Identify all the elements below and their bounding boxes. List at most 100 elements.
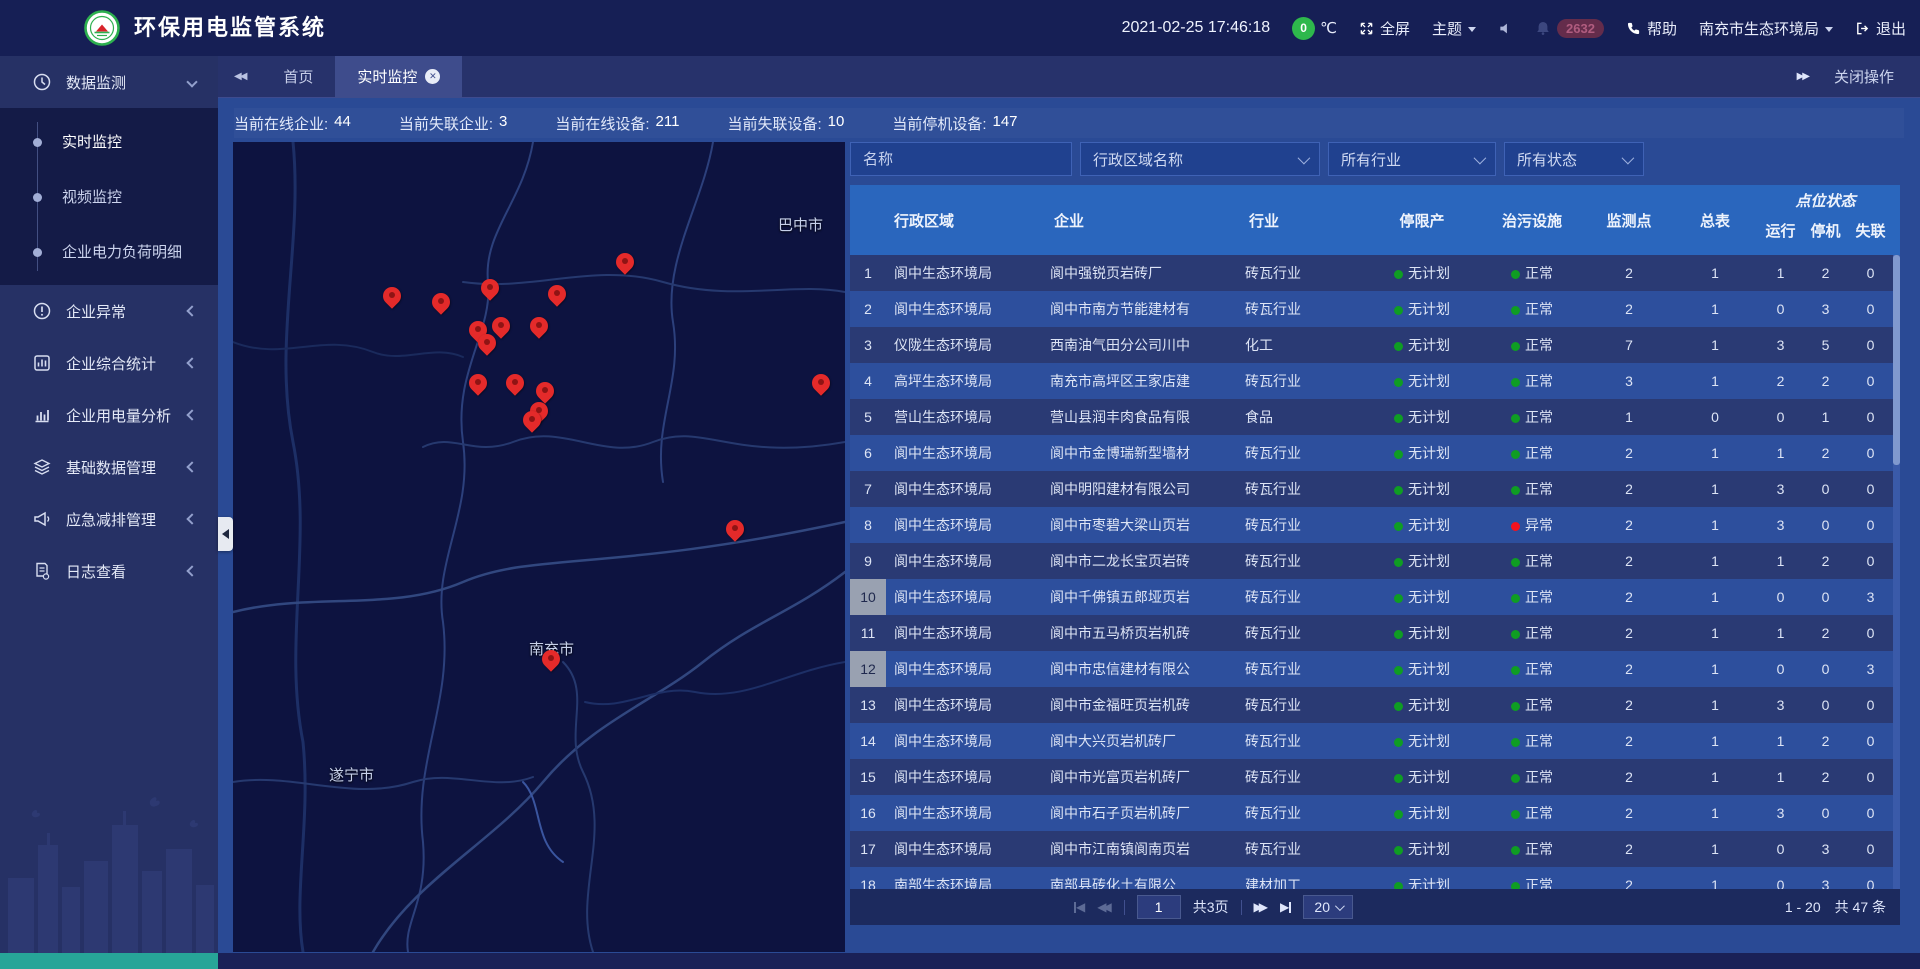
cell-meter: 1 xyxy=(1672,327,1758,363)
org-dropdown[interactable]: 南充市生态环境局 xyxy=(1699,18,1833,39)
chevron-down-icon xyxy=(1622,151,1635,164)
sidebar-subitem-企业电力负荷明细[interactable]: 企业电力负荷明细 xyxy=(0,224,218,279)
sidebar-item-power-analysis[interactable]: 企业用电量分析 xyxy=(0,389,218,441)
last-page-button[interactable]: ▶ xyxy=(1280,900,1291,914)
next-page-button[interactable]: ▶▶ xyxy=(1254,900,1268,914)
tabs-scroll-left-button[interactable]: ◀◀ xyxy=(218,71,261,82)
page-size-select[interactable]: 20 xyxy=(1303,895,1353,919)
map-pin-icon[interactable] xyxy=(469,374,487,392)
map-pin-icon[interactable] xyxy=(481,279,499,297)
region-filter-select[interactable]: 行政区域名称 xyxy=(1080,142,1320,176)
cell-run: 3 xyxy=(1758,687,1803,723)
map-pin-icon[interactable] xyxy=(492,317,510,335)
sidebar-item-logs[interactable]: 日志查看 xyxy=(0,545,218,597)
cell-points: 2 xyxy=(1586,831,1672,867)
industry-filter-select[interactable]: 所有行业 xyxy=(1328,142,1496,176)
table-row[interactable]: 6阆中生态环境局阆中市金博瑞新型墙材砖瓦行业无计划正常21120 xyxy=(850,435,1900,471)
table-row[interactable]: 1阆中生态环境局阆中强锐页岩砖厂砖瓦行业无计划正常21120 xyxy=(850,255,1900,291)
first-page-button[interactable]: ◀ xyxy=(1074,900,1085,914)
temperature: 0 ℃ xyxy=(1292,17,1337,40)
sidebar-item-base-data[interactable]: 基础数据管理 xyxy=(0,441,218,493)
sidebar-subitem-视频监控[interactable]: 视频监控 xyxy=(0,169,218,224)
sidebar-item-enterprise-abnormal[interactable]: 企业异常 xyxy=(0,285,218,337)
close-operations-button[interactable]: 关闭操作 xyxy=(1824,66,1920,87)
tab-close-icon[interactable]: ✕ xyxy=(425,69,440,84)
status-dot-green-icon xyxy=(1511,882,1520,889)
cell-points: 2 xyxy=(1586,543,1672,579)
map-pin-icon[interactable] xyxy=(530,317,548,335)
table-row[interactable]: 3仪陇生态环境局西南油气田分公司川中化工无计划正常71350 xyxy=(850,327,1900,363)
table-row[interactable]: 7阆中生态环境局阆中明阳建材有限公司砖瓦行业无计划正常21300 xyxy=(850,471,1900,507)
temperature-unit: ℃ xyxy=(1320,19,1337,37)
table-row[interactable]: 14阆中生态环境局阆中大兴页岩机砖厂砖瓦行业无计划正常21120 xyxy=(850,723,1900,759)
cell-limit-status: 无计划 xyxy=(1366,795,1478,831)
fullscreen-button[interactable]: 全屏 xyxy=(1359,18,1410,39)
stat-value: 147 xyxy=(993,113,1018,134)
table-row[interactable]: 17阆中生态环境局阆中市江南镇阆南页岩砖瓦行业无计划正常21030 xyxy=(850,831,1900,867)
table-row[interactable]: 11阆中生态环境局阆中市五马桥页岩机砖砖瓦行业无计划正常21120 xyxy=(850,615,1900,651)
map-pin-icon[interactable] xyxy=(506,374,524,392)
stats-bar: 当前在线企业:44当前失联企业:3当前在线设备:211当前失联设备:10当前停机… xyxy=(234,108,1904,138)
cell-industry: 砖瓦行业 xyxy=(1241,543,1366,579)
table-scrollbar[interactable] xyxy=(1893,255,1900,889)
sidebar-collapse-handle[interactable] xyxy=(218,517,233,551)
map-pin-icon[interactable] xyxy=(616,253,634,271)
cell-row-number: 16 xyxy=(850,795,886,831)
table-row[interactable]: 9阆中生态环境局阆中市二龙长宝页岩砖砖瓦行业无计划正常21120 xyxy=(850,543,1900,579)
map-panel[interactable]: 巴中市南充市遂宁市 xyxy=(233,142,845,952)
map-pin-icon[interactable] xyxy=(548,285,566,303)
map-pin-icon[interactable] xyxy=(523,411,541,429)
logout-button[interactable]: 退出 xyxy=(1855,18,1906,39)
tab-home[interactable]: 首页 xyxy=(261,56,335,98)
cell-limit-status: 无计划 xyxy=(1366,867,1478,889)
cell-stop: 2 xyxy=(1803,723,1848,759)
tab-realtime-monitor[interactable]: 实时监控 ✕ xyxy=(335,56,462,98)
map-pin-icon[interactable] xyxy=(812,374,830,392)
table-row[interactable]: 13阆中生态环境局阆中市金福旺页岩机砖砖瓦行业无计划正常21300 xyxy=(850,687,1900,723)
table-row[interactable]: 5营山生态环境局营山县润丰肉食品有限食品无计划正常10010 xyxy=(850,399,1900,435)
name-filter-input[interactable] xyxy=(850,142,1072,176)
status-dot-green-icon xyxy=(1394,306,1403,315)
help-button[interactable]: 帮助 xyxy=(1626,18,1677,39)
table-row[interactable]: 10阆中生态环境局阆中千佛镇五郎垭页岩砖瓦行业无计划正常21003 xyxy=(850,579,1900,615)
cell-meter: 1 xyxy=(1672,615,1758,651)
sidebar-item-enterprise-stats[interactable]: 企业综合统计 xyxy=(0,337,218,389)
mute-button[interactable] xyxy=(1498,21,1513,36)
sidebar-subitem-实时监控[interactable]: 实时监控 xyxy=(0,114,218,169)
theme-dropdown[interactable]: 主题 xyxy=(1432,18,1476,39)
scrollbar-thumb[interactable] xyxy=(1893,255,1900,465)
map-pin-icon[interactable] xyxy=(383,287,401,305)
table-row[interactable]: 12阆中生态环境局阆中市忠信建材有限公砖瓦行业无计划正常21003 xyxy=(850,651,1900,687)
table-row[interactable]: 15阆中生态环境局阆中市光富页岩机砖厂砖瓦行业无计划正常21120 xyxy=(850,759,1900,795)
table-row[interactable]: 8阆中生态环境局阆中市枣碧大梁山页岩砖瓦行业无计划异常21300 xyxy=(850,507,1900,543)
tabs-scroll-right-button[interactable]: ▶▶ xyxy=(1781,71,1824,82)
cell-facility-status: 正常 xyxy=(1478,435,1586,471)
map-pin-icon[interactable] xyxy=(726,520,744,538)
cell-run: 3 xyxy=(1758,795,1803,831)
cell-points: 2 xyxy=(1586,867,1672,889)
cell-stop: 0 xyxy=(1803,687,1848,723)
table-row[interactable]: 2阆中生态环境局阆中市南方节能建材有砖瓦行业无计划正常21030 xyxy=(850,291,1900,327)
page-number-input[interactable]: 1 xyxy=(1137,895,1181,919)
sidebar-item-emergency[interactable]: 应急减排管理 xyxy=(0,493,218,545)
cell-run: 1 xyxy=(1758,255,1803,291)
map-pin-icon[interactable] xyxy=(542,650,560,668)
map-pin-icon[interactable] xyxy=(536,382,554,400)
table-row[interactable]: 16阆中生态环境局阆中市石子页岩机砖厂砖瓦行业无计划正常21300 xyxy=(850,795,1900,831)
cell-stop: 0 xyxy=(1803,795,1848,831)
cell-meter: 0 xyxy=(1672,399,1758,435)
table-row[interactable]: 18南部生态环境局南部县砖化土有限公建材加工无计划正常21030 xyxy=(850,867,1900,889)
cell-meter: 1 xyxy=(1672,255,1758,291)
cell-industry: 食品 xyxy=(1241,399,1366,435)
table-row[interactable]: 4高坪生态环境局南充市高坪区王家店建砖瓦行业无计划正常31220 xyxy=(850,363,1900,399)
sidebar-item-data-monitor[interactable]: 数据监测 xyxy=(0,56,218,108)
cell-region: 仪陇生态环境局 xyxy=(886,327,1046,363)
status-filter-select[interactable]: 所有状态 xyxy=(1504,142,1644,176)
map-pin-icon[interactable] xyxy=(478,334,496,352)
status-dot-green-icon xyxy=(1511,810,1520,819)
cell-run: 0 xyxy=(1758,291,1803,327)
map-pin-icon[interactable] xyxy=(432,293,450,311)
prev-page-button[interactable]: ◀◀ xyxy=(1097,900,1111,914)
cell-run: 0 xyxy=(1758,867,1803,889)
notifications[interactable]: 2632 xyxy=(1535,19,1604,38)
